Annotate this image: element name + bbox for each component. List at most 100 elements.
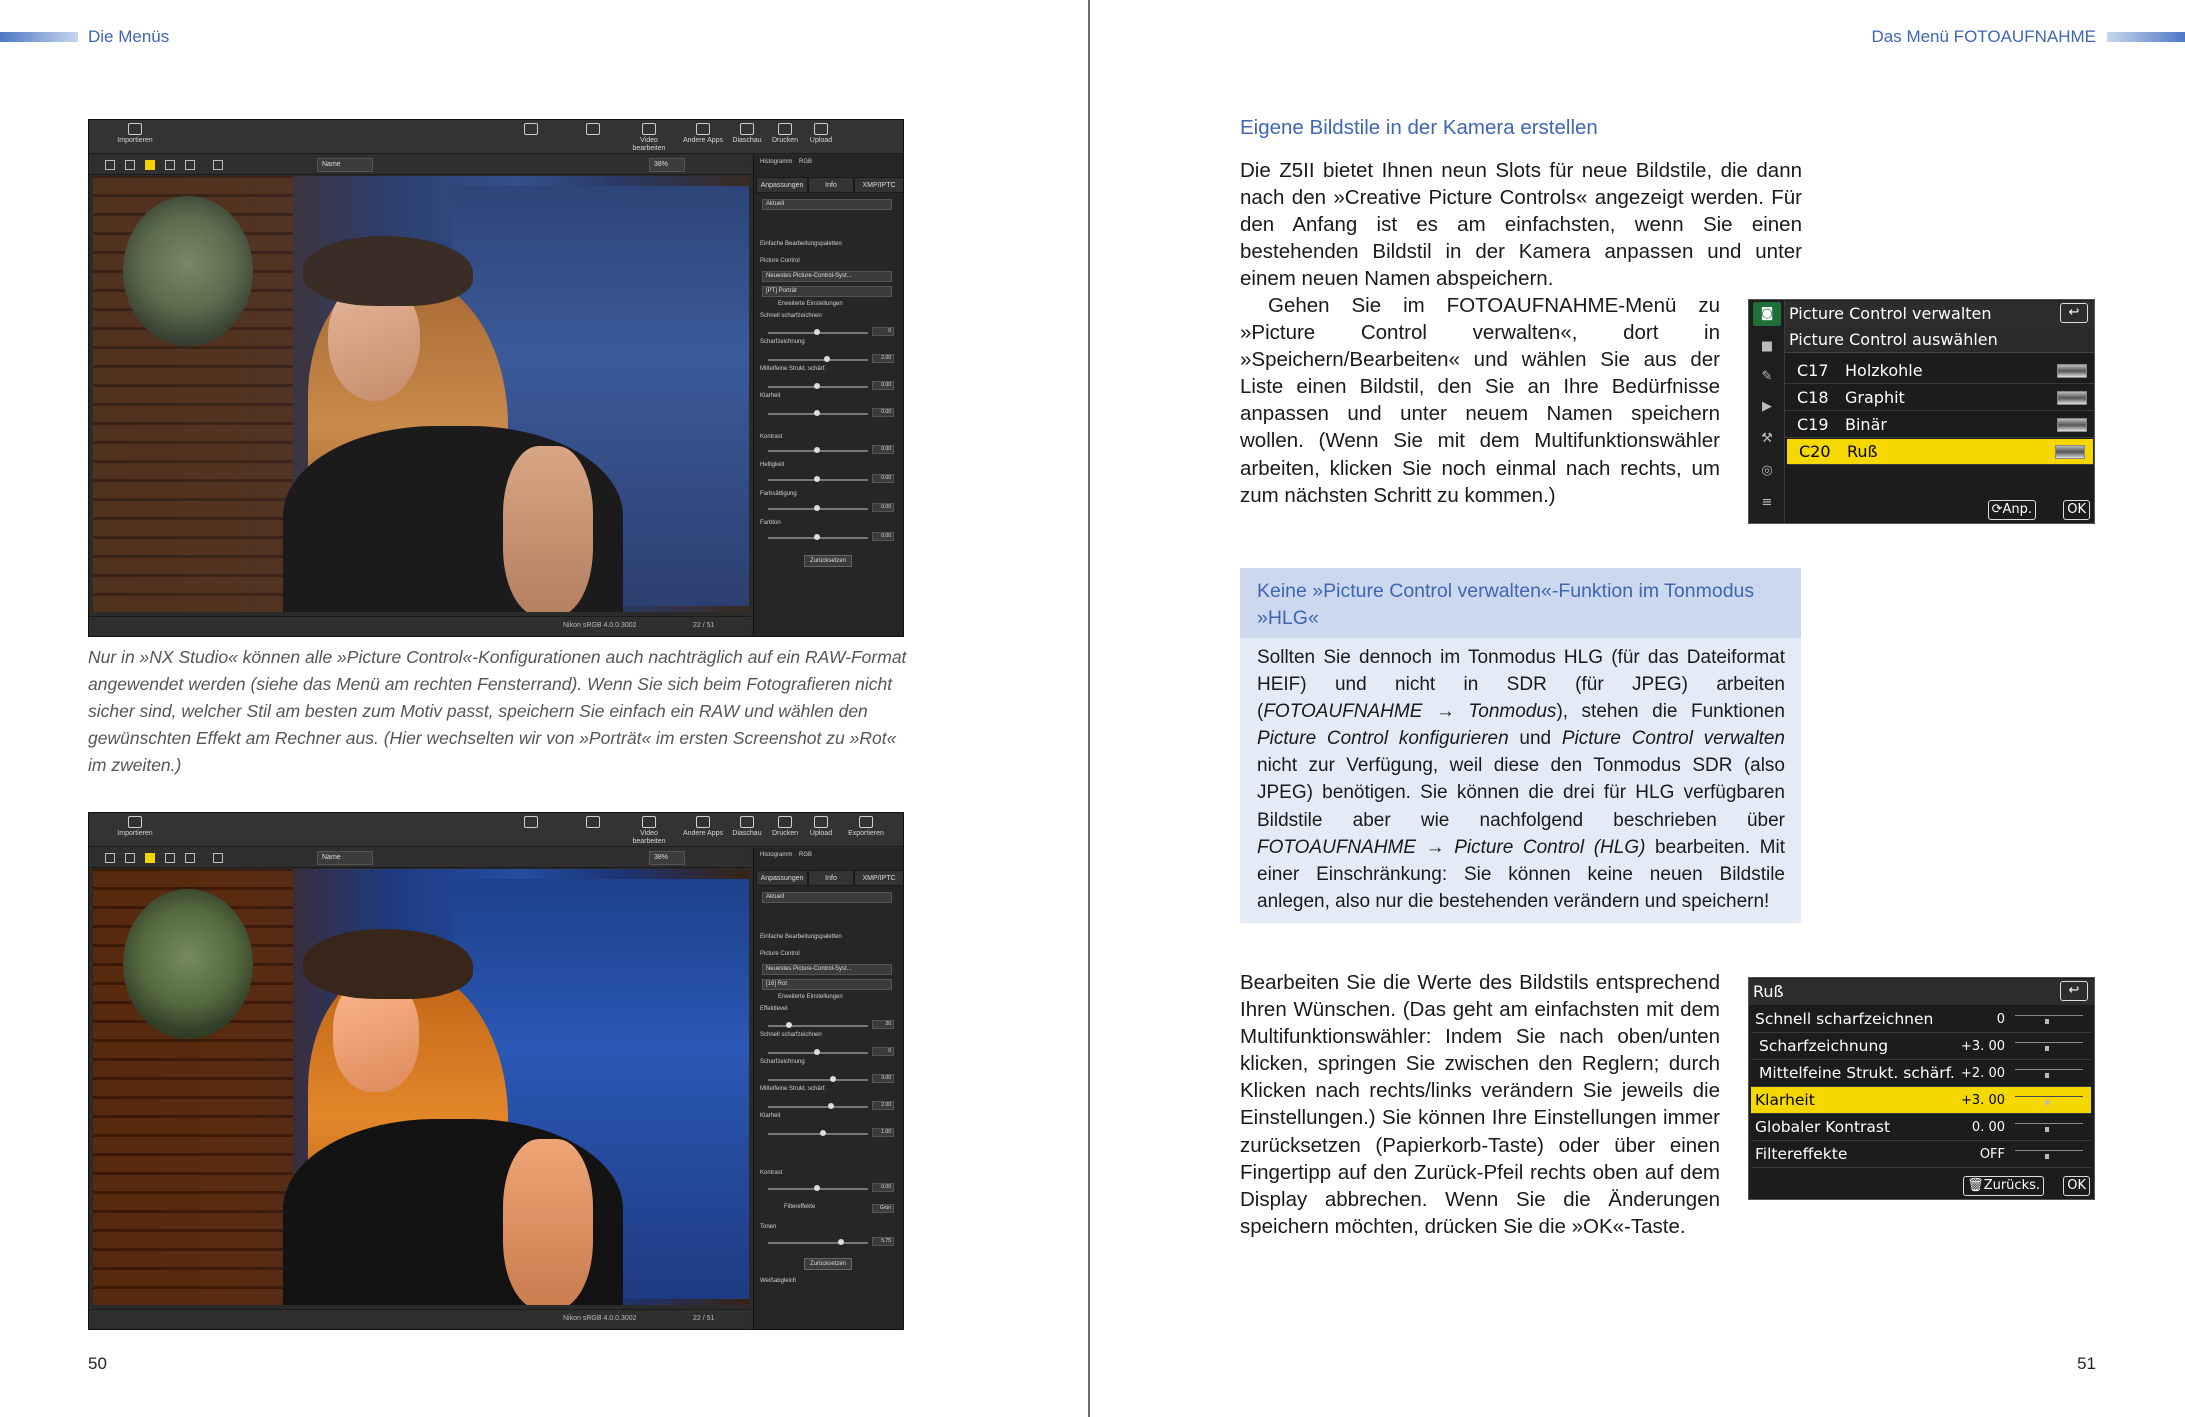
info-box: Keine »Picture Control verwalten«-Funkti… xyxy=(1240,568,1801,923)
sort-field[interactable]: Name xyxy=(317,158,373,172)
menu-sidebar: ◙ ■ ✎ ▶ ⚒ ◎ ≡ xyxy=(1749,300,1785,523)
slider[interactable] xyxy=(768,410,868,416)
movie-icon[interactable]: ■ xyxy=(1759,340,1775,354)
slider[interactable] xyxy=(768,329,868,335)
level-scale xyxy=(2015,1123,2083,1132)
wrench-icon[interactable]: ⚒ xyxy=(1759,432,1775,446)
my-menu-icon[interactable]: ≡ xyxy=(1759,496,1775,510)
list-item-selected[interactable]: C20 Ruß xyxy=(1787,439,2093,465)
slider[interactable] xyxy=(768,476,868,482)
adjust-button[interactable]: ⟳Anp. xyxy=(1987,500,2036,520)
picture-control-style[interactable]: [PT] Porträt xyxy=(762,286,892,297)
setting-row[interactable]: Mittelfeine Strukt. schärf. +2. 00 xyxy=(1751,1060,2091,1087)
style-thumbnail xyxy=(2057,364,2087,378)
pixel-shift-icon xyxy=(586,123,600,135)
slideshow-button[interactable]: Diaschau xyxy=(727,816,767,838)
preset-select[interactable]: Aktuell xyxy=(762,892,892,903)
slider[interactable] xyxy=(768,1049,868,1055)
level-scale xyxy=(2015,1150,2083,1159)
export-button[interactable]: Exportieren xyxy=(841,816,891,838)
adjustments-panel: Histogramm RGB Anpassungen Info XMP/IPTC… xyxy=(753,848,903,1329)
level-scale xyxy=(2015,1069,2083,1078)
slider[interactable] xyxy=(768,1239,868,1245)
compare-view-icon[interactable] xyxy=(165,160,175,170)
pencil-icon[interactable]: ✎ xyxy=(1759,370,1775,384)
setting-row[interactable]: Scharfzeichnung +3. 00 xyxy=(1751,1033,2091,1060)
level-scale xyxy=(2015,1096,2083,1105)
setting-row[interactable]: Schnell scharfzeichnen 0 xyxy=(1751,1006,2091,1033)
slider[interactable] xyxy=(768,1022,868,1028)
quad-view-icon[interactable] xyxy=(185,853,195,863)
tab-adjustments[interactable]: Anpassungen xyxy=(756,177,808,193)
reset-button[interactable]: 🗑Zurücks. xyxy=(1963,1176,2044,1196)
tab-info[interactable]: Info xyxy=(808,177,854,193)
slider[interactable] xyxy=(768,1103,868,1109)
tab-xmp[interactable]: XMP/IPTC xyxy=(854,177,903,193)
ok-button[interactable]: OK xyxy=(2063,500,2090,520)
view-toolbar: Name 38% xyxy=(89,848,751,868)
pixel-shift-button[interactable] xyxy=(567,123,619,137)
video-edit-button[interactable]: Video bearbeiten xyxy=(623,123,675,153)
import-button[interactable]: Importieren xyxy=(109,123,161,145)
picture-control-config-button[interactable] xyxy=(501,123,561,137)
setting-row[interactable]: Filtereffekte OFF xyxy=(1751,1141,2091,1168)
export-icon xyxy=(859,816,873,828)
ok-button[interactable]: OK xyxy=(2063,1176,2090,1196)
list-view-icon[interactable] xyxy=(125,160,135,170)
slider[interactable] xyxy=(768,1185,868,1191)
grid-view-icon[interactable] xyxy=(105,853,115,863)
slider[interactable] xyxy=(768,1130,868,1136)
setting-row-selected[interactable]: Klarheit +3. 00 xyxy=(1751,1087,2091,1114)
list-item[interactable]: C19 Binär xyxy=(1785,412,2094,438)
print-button[interactable]: Drucken xyxy=(765,816,805,838)
tab-info[interactable]: Info xyxy=(808,870,854,886)
print-button[interactable]: Drucken xyxy=(765,123,805,145)
slider[interactable] xyxy=(768,356,868,362)
sort-field[interactable]: Name xyxy=(317,851,373,865)
setting-row[interactable]: Globaler Kontrast 0. 00 xyxy=(1751,1114,2091,1141)
zoom-field[interactable]: 38% xyxy=(649,158,685,172)
video-icon xyxy=(642,816,656,828)
list-view-icon[interactable] xyxy=(125,853,135,863)
slideshow-button[interactable]: Diaschau xyxy=(727,123,767,145)
tab-xmp[interactable]: XMP/IPTC xyxy=(854,870,903,886)
reset-button[interactable]: Zurücksetzen xyxy=(804,1258,852,1270)
filter-icon[interactable] xyxy=(213,853,223,863)
camera-icon[interactable]: ◙ xyxy=(1753,302,1781,326)
view-toolbar: Name 38% xyxy=(89,155,751,175)
other-apps-button[interactable]: Andere Apps xyxy=(677,123,729,145)
slider[interactable] xyxy=(768,383,868,389)
picture-control-style[interactable]: [16] Rot xyxy=(762,979,892,990)
slider[interactable] xyxy=(768,505,868,511)
picture-control-config-button[interactable] xyxy=(501,816,561,830)
single-view-icon[interactable] xyxy=(145,853,155,863)
slider[interactable] xyxy=(768,1076,868,1082)
running-header: Die Menüs xyxy=(88,27,170,46)
reset-button[interactable]: Zurücksetzen xyxy=(804,555,852,567)
quad-view-icon[interactable] xyxy=(185,160,195,170)
other-apps-button[interactable]: Andere Apps xyxy=(677,816,729,838)
list-item[interactable]: C17 Holzkohle xyxy=(1785,358,2094,384)
back-icon[interactable]: ↩ xyxy=(2060,981,2088,1001)
tab-adjustments[interactable]: Anpassungen xyxy=(756,870,808,886)
network-icon[interactable]: ◎ xyxy=(1759,464,1775,478)
upload-button[interactable]: Upload xyxy=(801,816,841,838)
compare-view-icon[interactable] xyxy=(165,853,175,863)
grid-view-icon[interactable] xyxy=(105,160,115,170)
picture-control-version[interactable]: Neuestes Picture-Control-Syst... xyxy=(762,271,892,282)
back-icon[interactable]: ↩ xyxy=(2060,303,2088,323)
slider[interactable] xyxy=(768,447,868,453)
picture-control-version[interactable]: Neuestes Picture-Control-Syst... xyxy=(762,964,892,975)
zoom-field[interactable]: 38% xyxy=(649,851,685,865)
playback-icon[interactable]: ▶ xyxy=(1759,400,1775,414)
pixel-shift-button[interactable] xyxy=(567,816,619,830)
portrait-photo xyxy=(93,176,749,612)
video-edit-button[interactable]: Video bearbeiten xyxy=(623,816,675,846)
filter-icon[interactable] xyxy=(213,160,223,170)
import-button[interactable]: Importieren xyxy=(109,816,161,838)
single-view-icon[interactable] xyxy=(145,160,155,170)
list-item[interactable]: C18 Graphit xyxy=(1785,385,2094,411)
preset-select[interactable]: Aktuell xyxy=(762,199,892,210)
upload-button[interactable]: Upload xyxy=(801,123,841,145)
slider[interactable] xyxy=(768,534,868,540)
